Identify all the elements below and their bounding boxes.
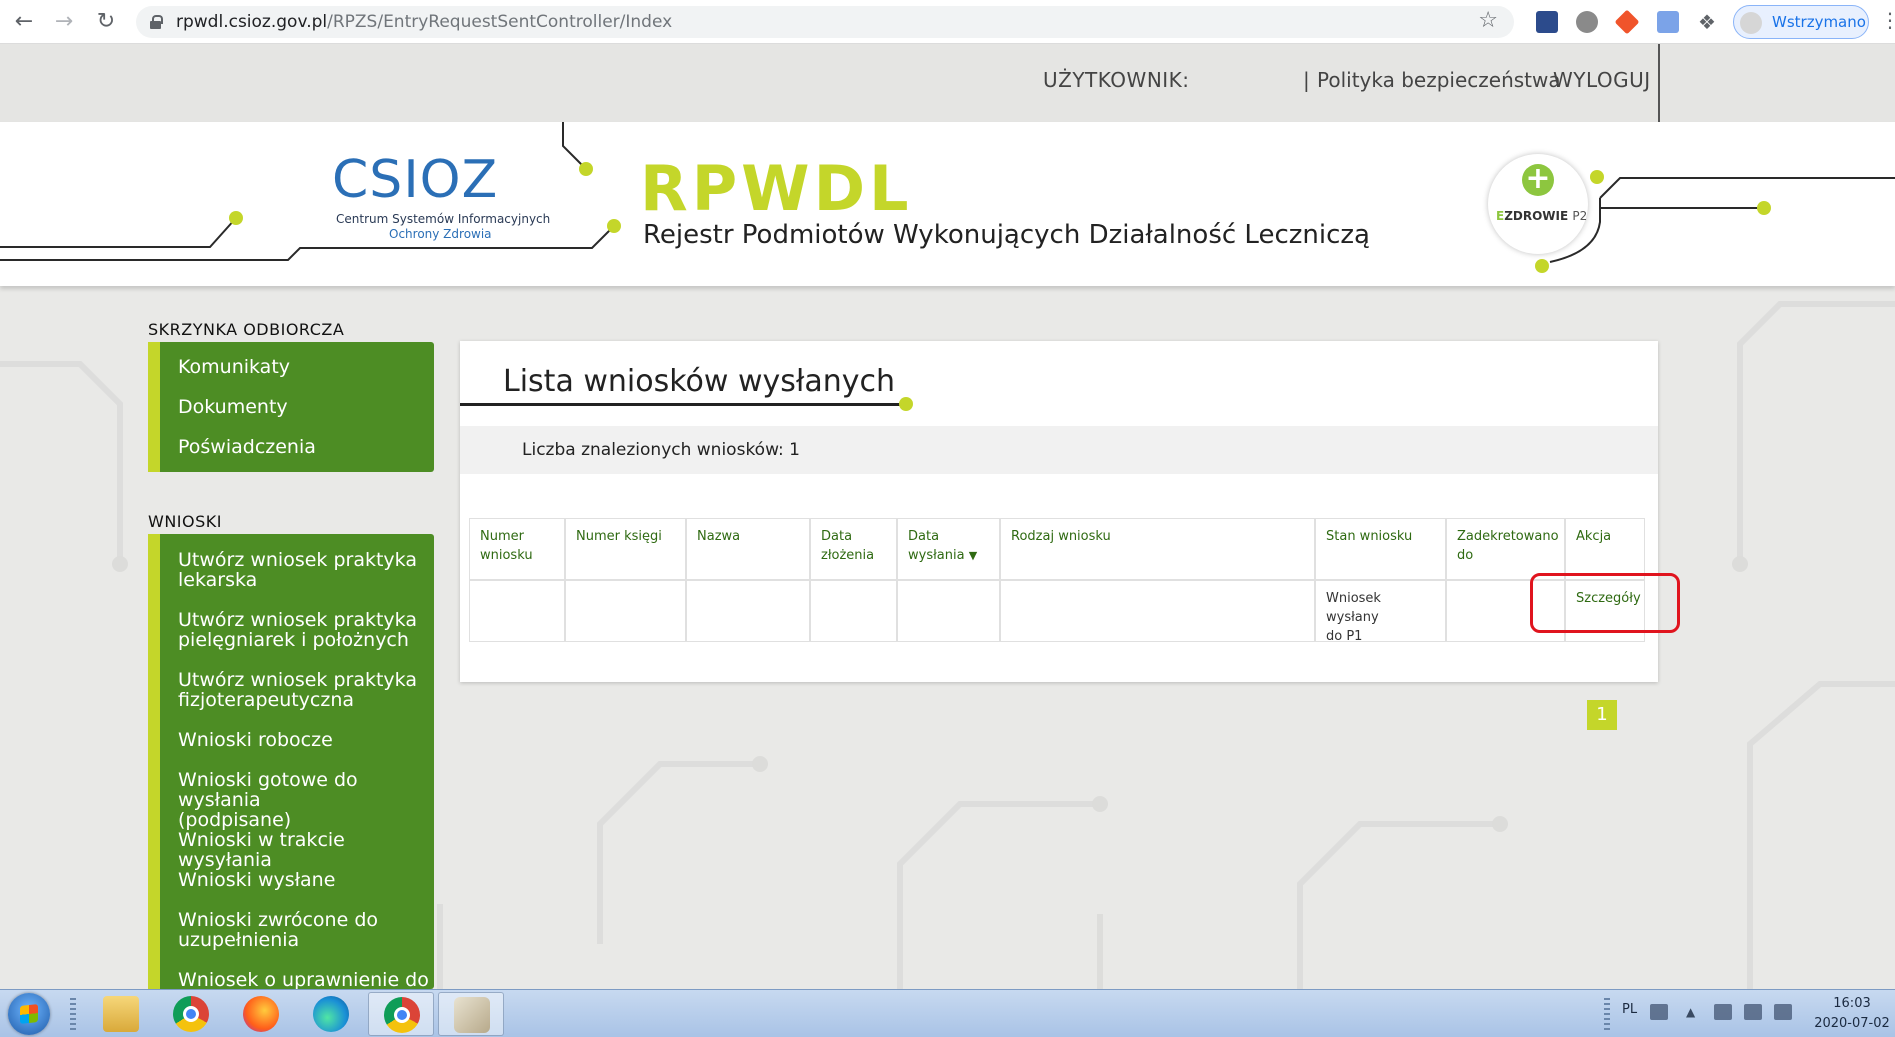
- column-header-akcja: Akcja: [1565, 518, 1645, 580]
- sidebar-item-praktyka-pielegniarek[interactable]: Utwórz wniosek praktyka pielęgniarek i p…: [160, 610, 417, 650]
- column-header-rodzaj-wniosku[interactable]: Rodzaj wniosku: [1000, 518, 1315, 580]
- plus-icon: +: [1522, 164, 1554, 196]
- chevron-down-icon: ▼: [968, 549, 978, 562]
- paint-icon: [454, 997, 490, 1033]
- user-bar: UŻYTKOWNIK: | Polityka bezpieczeństwa WY…: [0, 44, 1895, 122]
- column-header-numer-wniosku[interactable]: Numer wniosku: [469, 518, 565, 580]
- os-taskbar: PL ▲ 16:03 2020-07-02: [0, 989, 1895, 1037]
- inbox-menu: Komunikaty Dokumenty Poświadczenia: [148, 342, 434, 472]
- network-icon[interactable]: [1714, 1004, 1732, 1020]
- logout-link[interactable]: WYLOGUJ: [1553, 68, 1651, 92]
- title-underline: [460, 403, 910, 406]
- column-header-nazwa[interactable]: Nazwa: [686, 518, 810, 580]
- sidebar-item-wniosek-o-uprawnienie[interactable]: Wniosek o uprawnienie do: [160, 970, 429, 990]
- taskbar-app-explorer[interactable]: [88, 992, 154, 1036]
- url-text: rpwdl.csioz.gov.pl/RPZS/EntryRequestSent…: [176, 12, 673, 32]
- extension-icon-4[interactable]: [1657, 11, 1679, 33]
- action-center-icon[interactable]: [1774, 1004, 1792, 1020]
- pagination-page-1[interactable]: 1: [1587, 700, 1617, 730]
- column-header-data-wyslania[interactable]: Data wysłania ▼: [897, 518, 1000, 580]
- browser-toolbar: ← → ↻ rpwdl.csioz.gov.pl/RPZS/EntryReque…: [0, 0, 1895, 44]
- highlight-annotation: [1530, 573, 1680, 633]
- folder-icon: [103, 996, 139, 1032]
- back-icon[interactable]: ←: [10, 8, 38, 36]
- forward-icon[interactable]: →: [50, 8, 78, 36]
- chrome-icon: [384, 997, 420, 1033]
- ezdrowie-text: EZDROWIE P2: [1496, 209, 1588, 223]
- security-policy-link[interactable]: Polityka bezpieczeństwa: [1317, 68, 1561, 92]
- extension-icon-3[interactable]: [1614, 9, 1640, 35]
- site-header: CSIOZ Centrum Systemów Informacyjnych Oc…: [0, 122, 1895, 286]
- browser-menu-icon[interactable]: ⋮: [1880, 8, 1895, 32]
- taskbar-app-chrome-active[interactable]: [368, 992, 434, 1036]
- inbox-section-label: SKRZYNKA ODBIORCZA: [148, 320, 345, 339]
- extension-icon-1[interactable]: [1536, 11, 1558, 33]
- taskbar-app-chrome[interactable]: [158, 992, 224, 1036]
- sidebar-item-dokumenty[interactable]: Dokumenty: [160, 397, 288, 417]
- table-cell-nazwa: [686, 580, 810, 642]
- sidebar-item-praktyka-lekarska[interactable]: Utwórz wniosek praktyka lekarska: [160, 550, 417, 590]
- table-cell-numer-ksiegi: [565, 580, 686, 642]
- firefox-icon: [243, 996, 279, 1032]
- volume-icon[interactable]: [1744, 1004, 1762, 1020]
- column-header-zadekretowano[interactable]: Zadekretowano do: [1446, 518, 1565, 580]
- edge-icon: [313, 996, 349, 1032]
- column-header-data-zlozenia[interactable]: Data złożenia: [810, 518, 897, 580]
- taskbar-app-edge[interactable]: [298, 992, 364, 1036]
- taskbar-app-firefox[interactable]: [228, 992, 294, 1036]
- requests-section-label: WNIOSKI: [148, 512, 222, 531]
- taskbar-app-paint[interactable]: [438, 992, 504, 1036]
- results-count: Liczba znalezionych wniosków: 1: [522, 440, 801, 460]
- taskbar-clock[interactable]: 16:03 2020-07-02: [1812, 994, 1892, 1034]
- csioz-subtitle-line1: Centrum Systemów Informacyjnych: [336, 212, 551, 226]
- sidebar-item-poswiadczenia[interactable]: Poświadczenia: [160, 437, 316, 457]
- table-cell-stan-wniosku: Wniosek wysłany do P1: [1315, 580, 1446, 644]
- taskbar-grip: [70, 998, 76, 1030]
- clock-time: 16:03: [1833, 996, 1871, 1011]
- sidebar-item-wnioski-gotowe[interactable]: Wnioski gotowe do wysłania (podpisane): [160, 770, 434, 830]
- sidebar-item-praktyka-fizjoterapeutyczna[interactable]: Utwórz wniosek praktyka fizjoterapeutycz…: [160, 670, 417, 710]
- extension-icon-2[interactable]: [1576, 11, 1598, 33]
- chrome-icon: [173, 996, 209, 1032]
- table-cell-data-zlozenia: [810, 580, 897, 642]
- tray-expand-icon[interactable]: ▲: [1686, 1004, 1698, 1020]
- tray-grip: [1604, 998, 1610, 1030]
- csioz-logo[interactable]: CSIOZ: [332, 154, 498, 206]
- bookmark-star-icon[interactable]: ☆: [1478, 8, 1498, 33]
- profile-label: Wstrzymano: [1772, 13, 1866, 31]
- sidebar-item-wnioski-w-trakcie[interactable]: Wnioski w trakcie wysyłania: [160, 830, 434, 870]
- sidebar-item-wnioski-robocze[interactable]: Wnioski robocze: [160, 730, 333, 750]
- table-cell-rodzaj: [1000, 580, 1315, 642]
- page-title: Lista wniosków wysłanych: [503, 364, 896, 399]
- lock-icon: [150, 15, 163, 29]
- reload-icon[interactable]: ↻: [92, 8, 120, 36]
- clock-date: 2020-07-02: [1814, 1016, 1890, 1031]
- column-header-numer-ksiegi[interactable]: Numer księgi: [565, 518, 686, 580]
- sidebar-item-wnioski-wyslane[interactable]: Wnioski wysłane: [160, 870, 335, 890]
- userbar-separator: |: [1303, 68, 1310, 92]
- userbar-divider: [1658, 44, 1660, 122]
- results-count-bar: Liczba znalezionych wniosków: 1: [460, 426, 1658, 474]
- keyboard-icon[interactable]: [1650, 1004, 1668, 1020]
- app-subtitle: Rejestr Podmiotów Wykonujących Działalno…: [643, 220, 1370, 250]
- table-cell-numer-wniosku: [469, 580, 565, 642]
- sidebar-item-komunikaty[interactable]: Komunikaty: [160, 357, 290, 377]
- avatar: [1740, 12, 1762, 34]
- ezdrowie-logo[interactable]: + EZDROWIE P2: [1488, 154, 1588, 254]
- requests-menu: Utwórz wniosek praktyka lekarska Utwórz …: [148, 534, 434, 990]
- requests-panel: Lista wniosków wysłanych Liczba znalezio…: [460, 341, 1658, 682]
- address-bar[interactable]: rpwdl.csioz.gov.pl/RPZS/EntryRequestSent…: [136, 6, 1514, 38]
- table-cell-data-wyslania: [897, 580, 1000, 642]
- app-title[interactable]: RPWDL: [640, 158, 913, 220]
- column-header-stan-wniosku[interactable]: Stan wniosku: [1315, 518, 1446, 580]
- user-label: UŻYTKOWNIK:: [1043, 68, 1190, 92]
- extensions-puzzle-icon[interactable]: ❖: [1696, 11, 1718, 33]
- language-indicator[interactable]: PL: [1622, 1002, 1637, 1017]
- sidebar-item-wnioski-zwrocone[interactable]: Wnioski zwrócone do uzupełnienia: [160, 910, 378, 950]
- title-dot: [899, 397, 913, 411]
- csioz-subtitle-line2: Ochrony Zdrowia: [389, 227, 492, 241]
- profile-button[interactable]: Wstrzymano: [1733, 5, 1869, 39]
- start-button[interactable]: [8, 993, 50, 1035]
